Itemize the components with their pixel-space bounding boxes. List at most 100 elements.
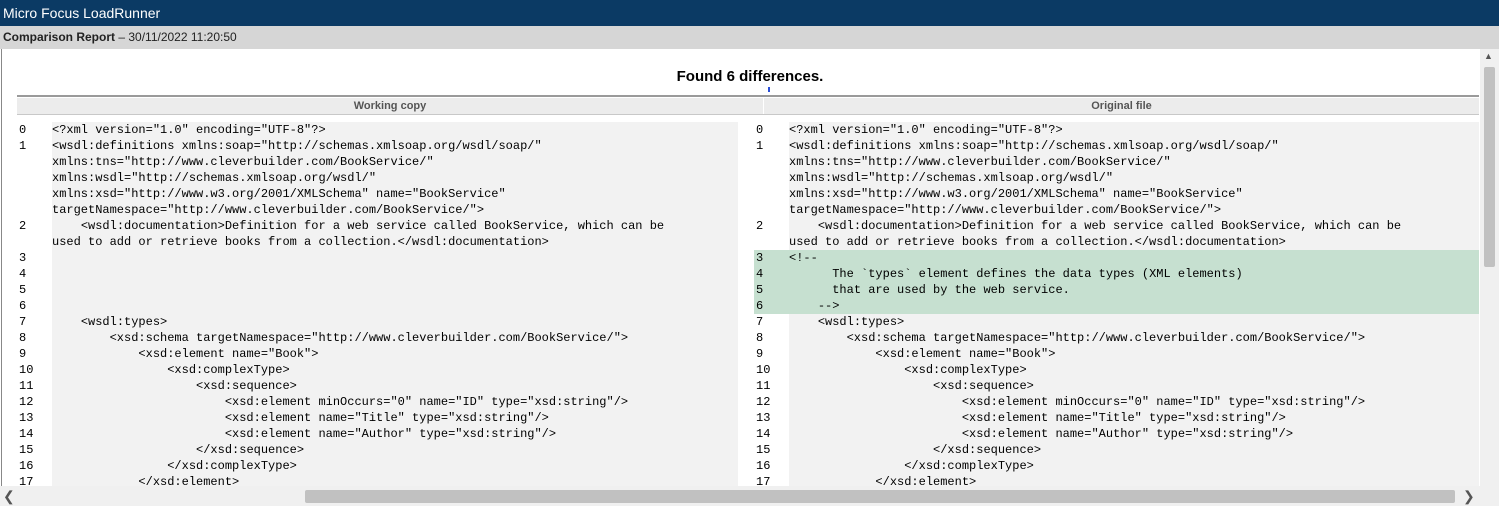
code-line: 9 <xsd:element name="Book">	[17, 346, 738, 362]
line-content: <xsd:element minOccurs="0" name="ID" typ…	[52, 394, 738, 410]
line-number: 8	[756, 331, 764, 345]
chevron-up-icon[interactable]: ▲	[1484, 51, 1493, 61]
line-number: 17	[756, 475, 771, 486]
line-content: </xsd:sequence>	[52, 442, 738, 458]
line-content	[52, 250, 738, 266]
line-content: The `types` element defines the data typ…	[789, 266, 1479, 282]
line-number: 13	[756, 411, 771, 425]
code-line: 13 <xsd:element name="Title" type="xsd:s…	[754, 410, 1479, 426]
chevron-left-icon[interactable]: ❮	[3, 487, 15, 505]
line-content: <xsd:complexType>	[52, 362, 738, 378]
line-number: 14	[756, 427, 771, 441]
diff-line: 3 <!--	[754, 250, 1479, 266]
line-number: 13	[19, 411, 34, 425]
code-line: 5	[17, 282, 738, 298]
horizontal-scroll-thumb[interactable]	[305, 490, 1455, 503]
line-number: 4	[19, 267, 27, 281]
line-number: 10	[756, 363, 771, 377]
code-line: 6	[17, 298, 738, 314]
code-line: 16 </xsd:complexType>	[17, 458, 738, 474]
code-line: 2 <wsdl:documentation>Definition for a w…	[17, 218, 738, 250]
code-line: 8 <xsd:schema targetNamespace="http://ww…	[17, 330, 738, 346]
code-line: 1 <wsdl:definitions xmlns:soap="http://sc…	[17, 138, 738, 218]
line-content: </xsd:element>	[52, 474, 738, 486]
line-number: 3	[19, 251, 27, 265]
report-info-bar: Comparison Report – 30/11/2022 11:20:50	[0, 26, 1499, 49]
window-title: Micro Focus LoadRunner	[0, 0, 1499, 26]
line-content: -->	[789, 298, 1479, 314]
line-content: </xsd:sequence>	[789, 442, 1479, 458]
line-number: 0	[756, 123, 764, 137]
original-file-pane: 0 <?xml version="1.0" encoding="UTF-8"?> 1…	[754, 122, 1479, 486]
line-number: 9	[756, 347, 764, 361]
line-number: 7	[756, 315, 764, 329]
line-content: <wsdl:types>	[789, 314, 1479, 330]
diff-line: 6 -->	[754, 298, 1479, 314]
line-number: 0	[19, 123, 27, 137]
line-number: 12	[19, 395, 34, 409]
vertical-scrollbar[interactable]: ▲	[1480, 49, 1499, 486]
horizontal-scrollbar[interactable]: ❮ ❯	[0, 486, 1480, 506]
line-content: <wsdl:documentation>Definition for a web…	[789, 218, 1479, 250]
code-line: 15 </xsd:sequence>	[17, 442, 738, 458]
code-line: 12 <xsd:element minOccurs="0" name="ID" …	[754, 394, 1479, 410]
line-number: 1	[756, 139, 764, 153]
line-content: </xsd:complexType>	[52, 458, 738, 474]
line-content: <?xml version="1.0" encoding="UTF-8"?>	[52, 122, 738, 138]
line-content: <wsdl:documentation>Definition for a web…	[52, 218, 738, 250]
line-content: <!--	[789, 250, 1479, 266]
diff-line: 5 that are used by the web service.	[754, 282, 1479, 298]
line-content: <xsd:element name="Title" type="xsd:stri…	[52, 410, 738, 426]
line-number: 8	[19, 331, 27, 345]
report-label: Comparison Report	[3, 30, 116, 44]
line-number: 17	[19, 475, 34, 486]
line-content	[52, 282, 738, 298]
column-header-original-file: Original file	[764, 98, 1479, 114]
code-line: 3	[17, 250, 738, 266]
code-line: 13 <xsd:element name="Title" type="xsd:s…	[17, 410, 738, 426]
line-content: that are used by the web service.	[789, 282, 1479, 298]
line-number: 6	[754, 298, 789, 314]
column-header-working-copy: Working copy	[17, 98, 763, 114]
line-content: <?xml version="1.0" encoding="UTF-8"?>	[789, 122, 1479, 138]
line-content: <xsd:sequence>	[789, 378, 1479, 394]
report-timestamp: 30/11/2022 11:20:50	[128, 30, 237, 44]
line-number: 15	[756, 443, 771, 457]
code-line: 7 <wsdl:types>	[17, 314, 738, 330]
comparison-frame: Found 6 differences. Working copy Origin…	[1, 49, 1481, 486]
line-content: <wsdl:definitions xmlns:soap="http://sch…	[52, 138, 738, 218]
line-content: </xsd:element>	[789, 474, 1479, 486]
line-content	[52, 298, 738, 314]
line-number: 15	[19, 443, 34, 457]
chevron-right-icon[interactable]: ❯	[1463, 487, 1475, 505]
code-line: 4	[17, 266, 738, 282]
line-content: <xsd:schema targetNamespace="http://www.…	[789, 330, 1479, 346]
code-line: 2 <wsdl:documentation>Definition for a w…	[754, 218, 1479, 250]
code-line: 0 <?xml version="1.0" encoding="UTF-8"?>	[754, 122, 1479, 138]
line-content: <wsdl:definitions xmlns:soap="http://sch…	[789, 138, 1479, 218]
line-content: <xsd:schema targetNamespace="http://www.…	[52, 330, 738, 346]
code-line: 8 <xsd:schema targetNamespace="http://ww…	[754, 330, 1479, 346]
code-line: 10 <xsd:complexType>	[754, 362, 1479, 378]
code-line: 15 </xsd:sequence>	[754, 442, 1479, 458]
line-number: 4	[754, 266, 789, 282]
code-line: 17 </xsd:element>	[17, 474, 738, 486]
working-copy-pane: 0 <?xml version="1.0" encoding="UTF-8"?> 1…	[17, 122, 738, 486]
line-number: 9	[19, 347, 27, 361]
line-number: 5	[754, 282, 789, 298]
code-line: 17 </xsd:element>	[754, 474, 1479, 486]
line-number: 11	[19, 379, 34, 393]
line-number: 2	[756, 219, 764, 233]
line-number: 12	[756, 395, 771, 409]
difference-marker	[768, 87, 770, 92]
header-divider	[17, 95, 1479, 97]
line-content: <xsd:element name="Title" type="xsd:stri…	[789, 410, 1479, 426]
code-line: 10 <xsd:complexType>	[17, 362, 738, 378]
code-line: 0 <?xml version="1.0" encoding="UTF-8"?>	[17, 122, 738, 138]
line-number: 10	[19, 363, 34, 377]
line-number: 5	[19, 283, 27, 297]
line-content: <xsd:element name="Book">	[789, 346, 1479, 362]
code-line: 7 <wsdl:types>	[754, 314, 1479, 330]
code-line: 12 <xsd:element minOccurs="0" name="ID" …	[17, 394, 738, 410]
vertical-scroll-thumb[interactable]	[1484, 67, 1495, 267]
